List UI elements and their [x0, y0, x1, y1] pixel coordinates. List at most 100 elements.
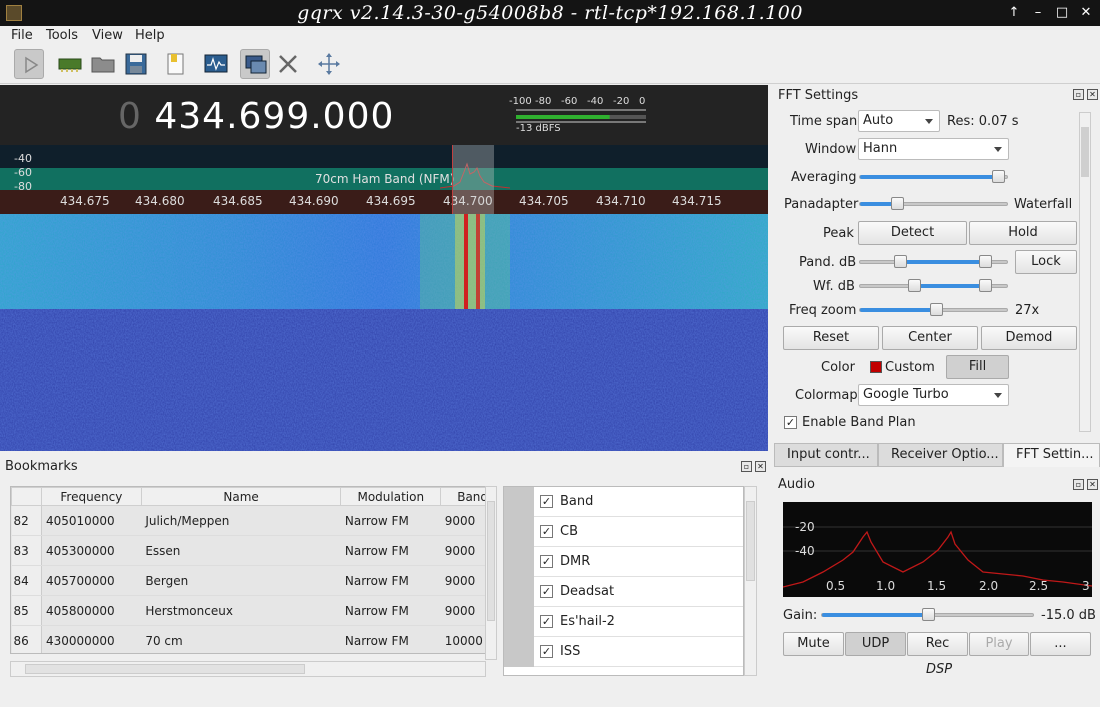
fill-button[interactable]: Fill [946, 355, 1009, 379]
open-icon[interactable] [88, 49, 118, 79]
minimize-icon[interactable]: – [1028, 3, 1048, 23]
menu-file[interactable]: File [11, 28, 33, 43]
cell-bandwidth[interactable]: 9000 [440, 565, 485, 596]
cell-name[interactable]: Bergen [141, 565, 341, 596]
gain-slider[interactable] [821, 608, 1034, 621]
table-hscroll[interactable] [10, 661, 486, 677]
hold-button[interactable]: Hold [969, 221, 1077, 245]
col-frequency[interactable]: Frequency [40, 487, 142, 506]
cell-frequency[interactable]: 405800000 [41, 595, 142, 626]
list-item[interactable]: ✓ Band [504, 487, 743, 517]
save-icon[interactable] [121, 49, 151, 79]
hardware-icon[interactable] [55, 49, 85, 79]
maximize-icon[interactable]: □ [1052, 3, 1072, 23]
audio-options-button[interactable]: ... [1030, 632, 1091, 656]
center-icon[interactable] [314, 49, 344, 79]
cell-modulation[interactable]: Narrow FM [340, 565, 441, 596]
color-name[interactable]: Custom [885, 360, 935, 375]
table-row[interactable]: 83 405300000 Essen Narrow FM 9000 [11, 535, 485, 566]
table-row[interactable]: 85 405800000 Herstmonceux Narrow FM 9000 [11, 595, 485, 626]
keep-above-icon[interactable]: ↑ [1004, 3, 1024, 23]
table-row[interactable]: 82 405010000 Julich/Meppen Narrow FM 9000 [11, 505, 485, 536]
cell-frequency[interactable]: 405700000 [41, 565, 142, 596]
scrollbar-thumb[interactable] [487, 501, 495, 621]
tab-input-controls[interactable]: Input contr... [774, 443, 878, 467]
waterfall[interactable] [0, 214, 768, 451]
col-bandwidth[interactable]: Band [440, 487, 485, 506]
menu-help[interactable]: Help [135, 28, 165, 43]
lock-button[interactable]: Lock [1015, 250, 1077, 274]
tag-checkbox[interactable]: ✓ [540, 615, 553, 628]
tag-checkbox[interactable]: ✓ [540, 555, 553, 568]
col-modulation[interactable]: Modulation [340, 487, 442, 506]
list-item[interactable]: ✓ CB [504, 517, 743, 547]
play-button[interactable]: Play [969, 632, 1029, 656]
reset-button[interactable]: Reset [783, 326, 879, 350]
averaging-slider[interactable] [859, 170, 1008, 183]
cell-bandwidth[interactable]: 9000 [440, 535, 485, 566]
scrollbar-thumb[interactable] [1081, 127, 1089, 177]
timespan-combo[interactable]: Auto [858, 110, 940, 132]
band-plan-checkbox[interactable]: ✓ [784, 416, 797, 429]
wf-db-range-slider[interactable] [859, 279, 1008, 292]
mute-button[interactable]: Mute [783, 632, 844, 656]
table-row[interactable]: 86 430000000 70 cm Narrow FM 10000 [11, 625, 485, 653]
settings-tools-icon[interactable] [273, 49, 303, 79]
scope-icon[interactable] [201, 49, 231, 79]
rec-button[interactable]: Rec [907, 632, 968, 656]
cell-name[interactable]: 70 cm [141, 625, 341, 653]
filter-passband[interactable] [452, 145, 494, 214]
cell-name[interactable]: Essen [141, 535, 341, 566]
tag-checkbox[interactable]: ✓ [540, 645, 553, 658]
cell-bandwidth[interactable]: 10000 [440, 625, 485, 653]
audio-fft-plot[interactable]: -20 -40 0.5 1.0 1.5 2.0 2.5 3 [782, 502, 1093, 597]
table-vscroll[interactable] [485, 486, 497, 660]
float-icon[interactable]: ▫ [1073, 89, 1084, 100]
list-item[interactable]: ✓ DMR [504, 547, 743, 577]
menu-tools[interactable]: Tools [46, 28, 78, 43]
tag-vscroll[interactable] [744, 486, 757, 676]
tab-fft-settings[interactable]: FFT Settin... [1003, 443, 1100, 467]
freq-zoom-slider[interactable] [859, 303, 1008, 316]
center-button[interactable]: Center [882, 326, 978, 350]
bookmark-icon[interactable] [161, 49, 191, 79]
float-icon[interactable]: ▫ [741, 461, 752, 472]
demod-button[interactable]: Demod [981, 326, 1077, 350]
close-icon[interactable]: ✕ [1087, 479, 1098, 490]
scrollbar-thumb[interactable] [746, 501, 755, 581]
cell-modulation[interactable]: Narrow FM [340, 595, 441, 626]
cell-modulation[interactable]: Narrow FM [340, 535, 441, 566]
close-icon[interactable]: ✕ [1076, 3, 1096, 23]
color-swatch[interactable] [870, 361, 882, 373]
cell-bandwidth[interactable]: 9000 [440, 505, 485, 536]
list-item[interactable]: ✓ Es'hail-2 [504, 607, 743, 637]
udp-button[interactable]: UDP [845, 632, 906, 656]
frequency-scale[interactable]: 434.675 434.680 434.685 434.690 434.695 … [0, 190, 768, 214]
colormap-combo[interactable]: Google Turbo [858, 384, 1009, 406]
fft-scrollbar[interactable] [1079, 112, 1091, 432]
tab-receiver-options[interactable]: Receiver Optio... [878, 443, 1003, 467]
close-icon[interactable]: ✕ [1087, 89, 1098, 100]
cell-name[interactable]: Julich/Meppen [141, 505, 341, 536]
io-config-icon[interactable] [240, 49, 270, 79]
cell-frequency[interactable]: 405300000 [41, 535, 142, 566]
close-icon[interactable]: ✕ [755, 461, 766, 472]
cell-frequency[interactable]: 405010000 [41, 505, 142, 536]
scrollbar-thumb[interactable] [25, 664, 305, 674]
detect-button[interactable]: Detect [858, 221, 967, 245]
cell-bandwidth[interactable]: 9000 [440, 595, 485, 626]
pand-db-range-slider[interactable] [859, 255, 1008, 268]
cell-modulation[interactable]: Narrow FM [340, 625, 441, 653]
float-icon[interactable]: ▫ [1073, 479, 1084, 490]
cell-frequency[interactable]: 430000000 [41, 625, 142, 653]
play-icon[interactable] [14, 49, 44, 79]
menu-view[interactable]: View [92, 28, 123, 43]
cell-name[interactable]: Herstmonceux [141, 595, 341, 626]
frequency-readout[interactable]: 0 434.699.000 [118, 96, 394, 137]
tag-checkbox[interactable]: ✓ [540, 495, 553, 508]
tag-checkbox[interactable]: ✓ [540, 525, 553, 538]
list-item[interactable]: ✓ ISS [504, 637, 743, 667]
tag-checkbox[interactable]: ✓ [540, 585, 553, 598]
window-combo[interactable]: Hann [858, 138, 1009, 160]
table-row[interactable]: 84 405700000 Bergen Narrow FM 9000 [11, 565, 485, 596]
